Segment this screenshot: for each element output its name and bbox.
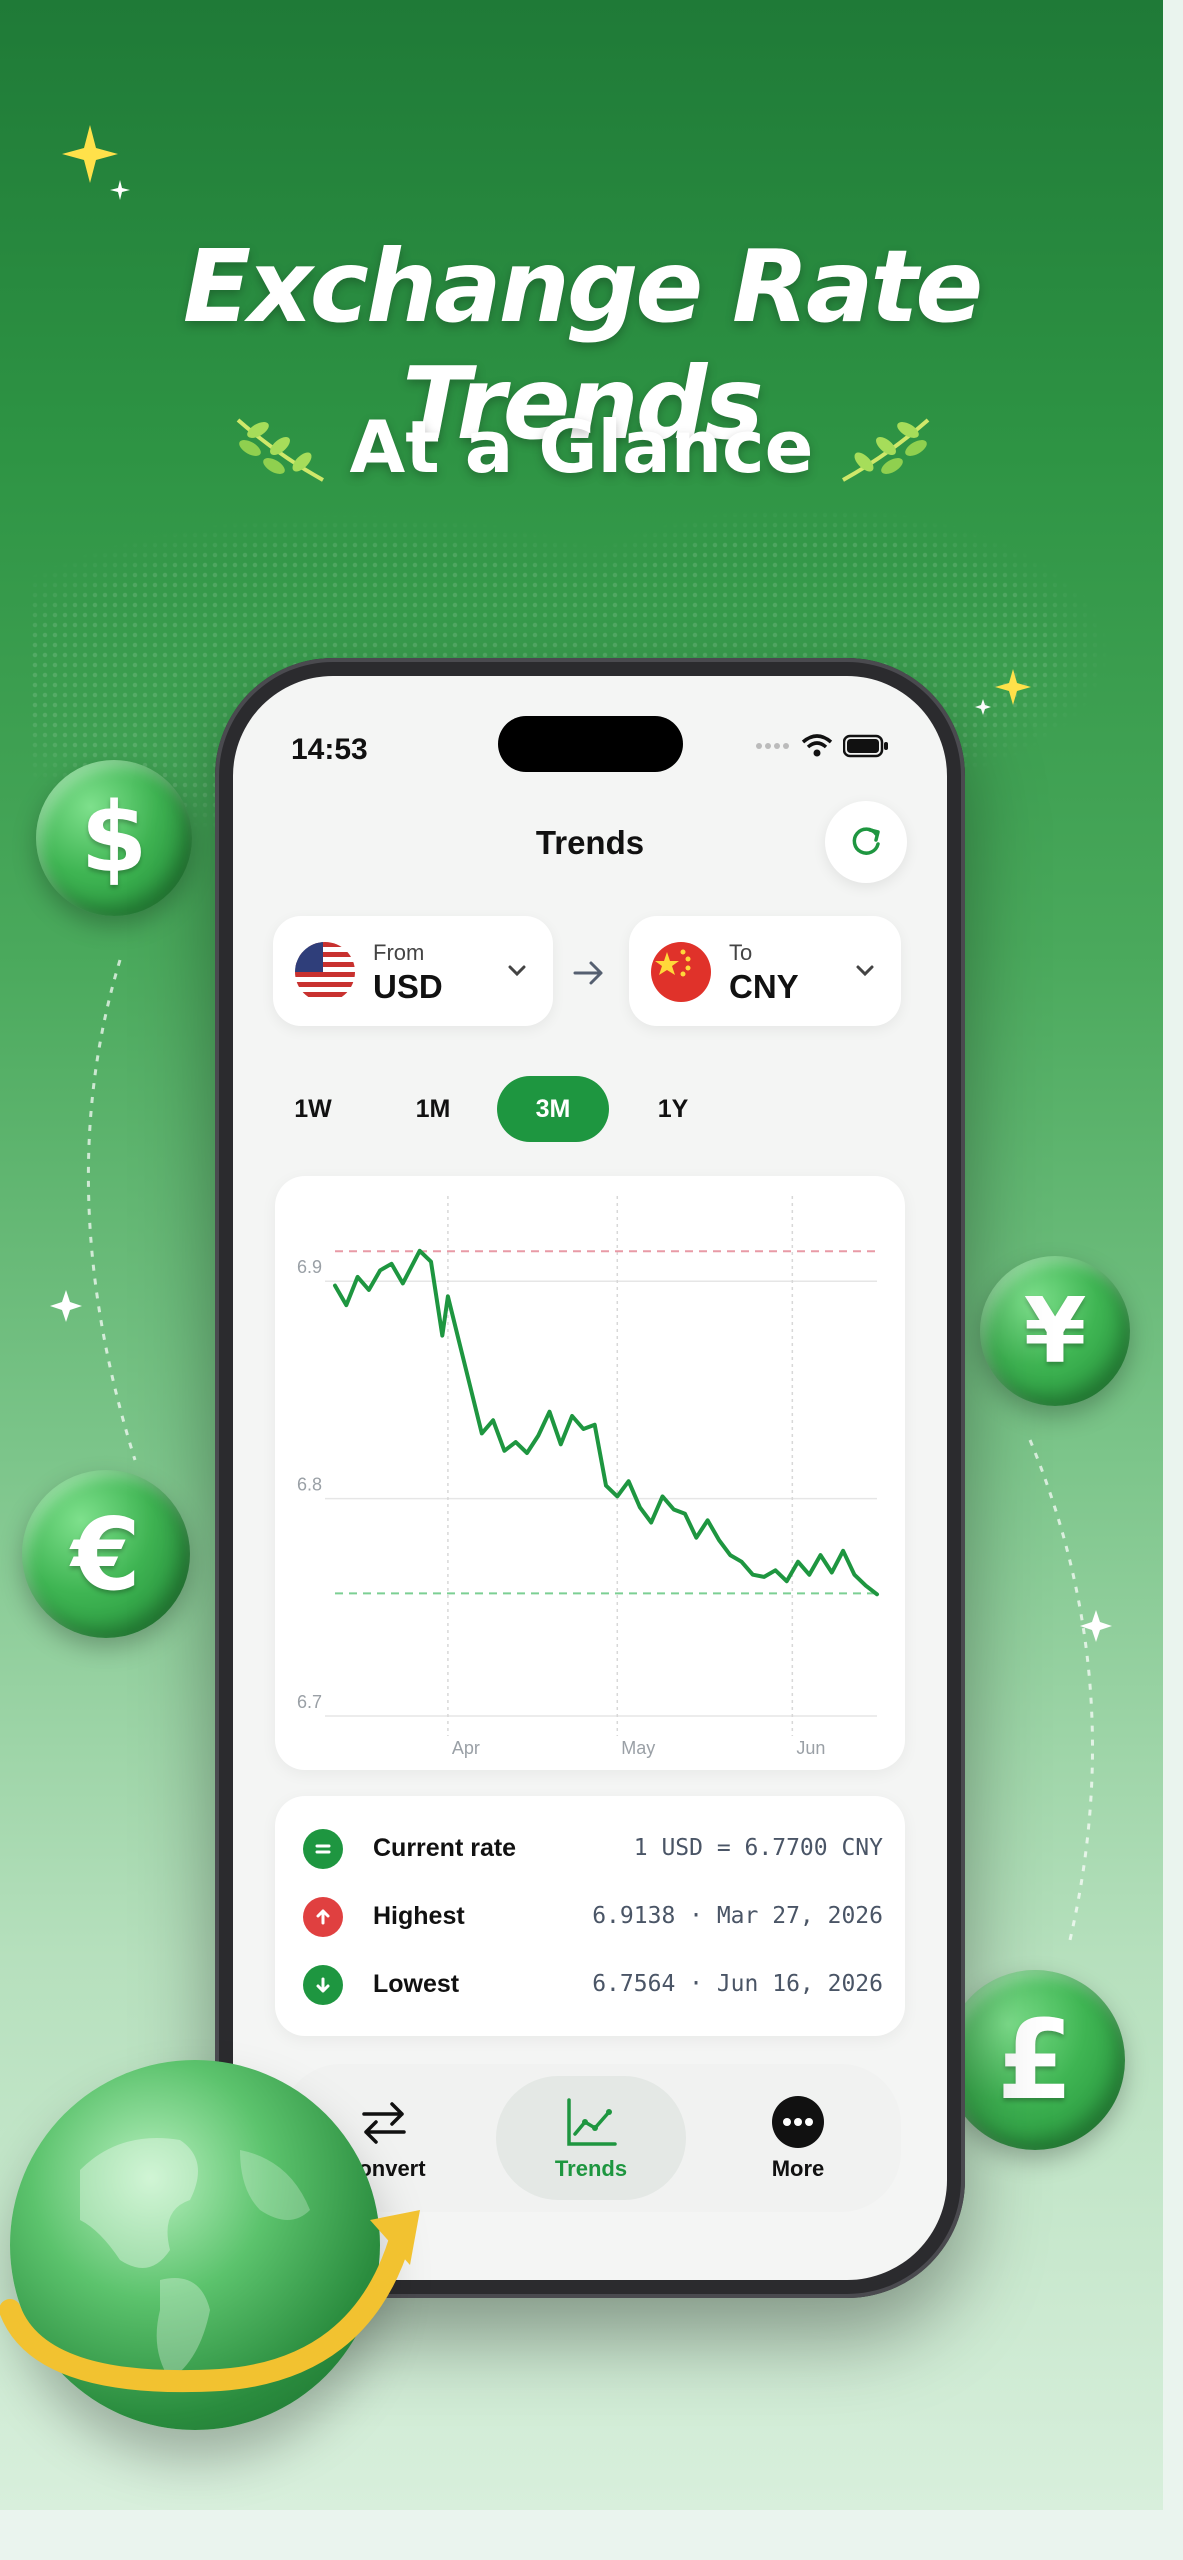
to-code: CNY (729, 968, 799, 1005)
phone-frame: 14:53 Trends From USD To CNY 1W 1M 3M 1Y… (215, 658, 965, 2298)
stat-label: Highest (373, 1902, 465, 1930)
period-1w[interactable]: 1W (257, 1076, 369, 1142)
status-icons (755, 734, 889, 758)
stat-lowest: Lowest 6.7564 · Jun 16, 2026 (303, 1960, 883, 2010)
stat-highest: Highest 6.9138 · Mar 27, 2026 (303, 1892, 883, 1942)
status-time: 14:53 (291, 733, 368, 766)
y-tick-label: 6.9 (297, 1257, 322, 1277)
line-chart-icon (567, 2098, 617, 2146)
arrow-down-icon (303, 1965, 343, 2005)
tab-more[interactable]: More (703, 2076, 893, 2200)
period-3m[interactable]: 3M (497, 1076, 609, 1142)
chevron-down-icon (856, 965, 874, 977)
dynamic-island (498, 716, 683, 772)
dollar-coin-icon: $ (36, 760, 192, 916)
stat-current-rate: Current rate 1 USD = 6.7700 CNY (303, 1824, 883, 1874)
headline-subtitle: At a Glance (349, 405, 814, 489)
rate-chart: 6.9 6.8 6.7 Apr May Jun (275, 1176, 905, 1770)
stat-value: 6.7564 · Jun 16, 2026 (592, 1971, 883, 1997)
x-tick-label: May (621, 1738, 655, 1758)
wifi-icon (801, 734, 833, 757)
rate-stats: Current rate 1 USD = 6.7700 CNY Highest … (275, 1796, 905, 2036)
yen-coin-icon: ¥ (980, 1256, 1130, 1406)
cn-flag-icon (651, 942, 711, 1002)
dashed-arc-left (50, 959, 137, 1461)
from-label: From (373, 940, 425, 965)
stat-label: Lowest (373, 1970, 460, 1998)
signal-dots-icon (756, 743, 789, 749)
equals-icon (303, 1829, 343, 1869)
promo-poster: Exchange Rate Trends At a Glance $ € ¥ £… (0, 0, 1163, 2510)
stat-label: Current rate (373, 1834, 517, 1862)
tab-label: Trends (554, 2156, 628, 2181)
stat-value: 6.9138 · Mar 27, 2026 (592, 1903, 883, 1929)
period-selector: 1W 1M 3M 1Y (257, 1076, 729, 1142)
tab-label: More (771, 2156, 825, 2181)
more-dots-icon (772, 2096, 824, 2148)
sparkle-icon (62, 125, 130, 200)
period-1m[interactable]: 1M (377, 1076, 489, 1142)
pound-coin-icon: £ (945, 1970, 1125, 2150)
laurel-right-icon (842, 418, 930, 482)
x-tick-label: Apr (452, 1738, 480, 1758)
app-screen: 14:53 Trends From USD To CNY 1W 1M 3M 1Y… (233, 676, 947, 2280)
arrow-up-icon (303, 1897, 343, 1937)
stat-value: 1 USD = 6.7700 CNY (633, 1835, 883, 1861)
us-flag-icon (295, 942, 355, 1002)
rate-series-line (333, 1248, 879, 1597)
refresh-icon (852, 827, 880, 855)
rate-chart-svg: 6.9 6.8 6.7 Apr May Jun (297, 1196, 879, 1758)
dashed-arc-right (1028, 1439, 1112, 1941)
x-tick-label: Jun (796, 1738, 825, 1758)
from-code: USD (373, 968, 443, 1005)
arrow-right-icon (573, 961, 603, 985)
y-tick-label: 6.7 (297, 1692, 322, 1712)
tab-trends[interactable]: Trends (496, 2076, 686, 2200)
from-currency-selector[interactable]: From USD (273, 916, 553, 1026)
period-1y[interactable]: 1Y (617, 1076, 729, 1142)
euro-coin-icon: € (22, 1470, 190, 1638)
chevron-down-icon (508, 965, 526, 977)
gold-arrow-ring-icon (0, 2210, 420, 2393)
to-label: To (729, 940, 753, 965)
battery-icon (843, 734, 888, 758)
to-currency-selector[interactable]: To CNY (629, 916, 901, 1026)
y-tick-label: 6.8 (297, 1475, 322, 1495)
sparkle-icon (975, 669, 1031, 715)
refresh-button[interactable] (825, 801, 907, 883)
